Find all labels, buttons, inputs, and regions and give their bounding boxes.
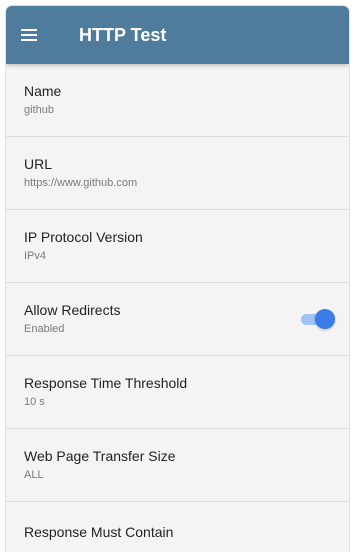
hamburger-menu-icon[interactable] [19,24,43,46]
setting-label: Response Must Contain [24,524,174,540]
settings-list: Name github URL https://www.github.com I… [6,64,349,552]
toolbar: HTTP Test [6,6,349,64]
setting-value: github [24,104,54,116]
setting-label: Response Time Threshold [24,375,188,391]
setting-value: 10 s [24,396,45,408]
page-title: HTTP Test [79,25,167,45]
setting-response-must-contain[interactable]: Response Must Contain [6,502,349,552]
setting-value: ALL [24,469,44,481]
setting-ip-protocol-version[interactable]: IP Protocol Version IPv4 [6,210,349,283]
setting-name[interactable]: Name github [6,64,349,137]
setting-value: Enabled [24,323,65,335]
app-screen: HTTP Test Name github URL https://www.gi… [6,6,349,552]
setting-value: https://www.github.com [24,177,138,189]
allow-redirects-toggle[interactable] [301,309,335,329]
setting-value: IPv4 [24,250,47,262]
setting-response-time-threshold[interactable]: Response Time Threshold 10 s [6,356,349,429]
setting-web-page-transfer-size[interactable]: Web Page Transfer Size ALL [6,429,349,502]
toggle-thumb [315,309,335,329]
setting-label: Web Page Transfer Size [24,448,176,464]
setting-label: URL [24,156,53,172]
setting-label: IP Protocol Version [24,229,143,245]
setting-label: Allow Redirects [24,302,121,318]
setting-allow-redirects[interactable]: Allow Redirects Enabled [6,283,349,356]
setting-label: Name [24,83,62,99]
setting-url[interactable]: URL https://www.github.com [6,137,349,210]
